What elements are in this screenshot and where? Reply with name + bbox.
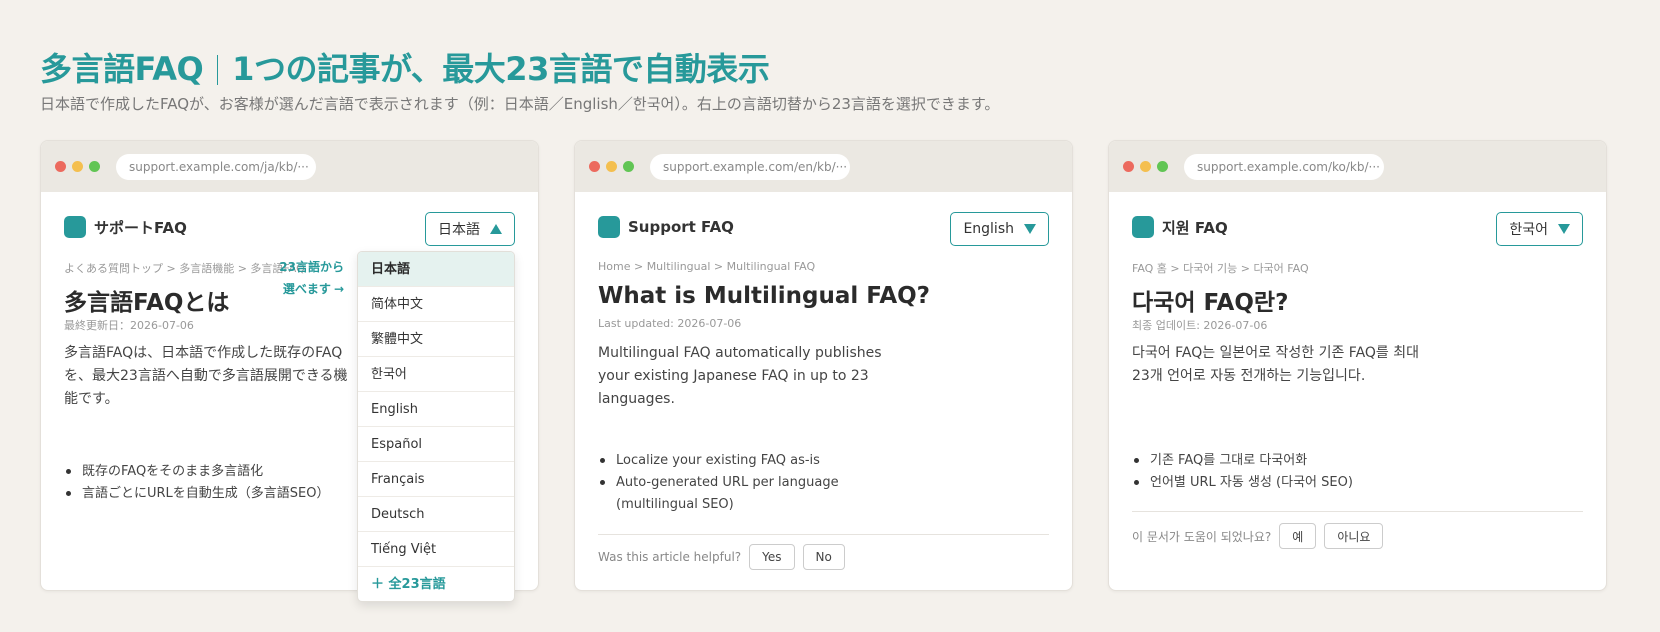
feedback-bar: Was this article helpful? Yes No xyxy=(598,544,845,570)
show-all-languages-link[interactable]: ＋ 全23言語 xyxy=(358,567,514,601)
last-updated: 最終更新日：2026-07-06 xyxy=(64,319,194,332)
language-switcher-label: 한국어 xyxy=(1509,222,1548,238)
address-bar[interactable]: support.example.com/en/kb/··· xyxy=(650,154,850,180)
list-item: 既存のFAQをそのまま多言語化 xyxy=(64,461,330,483)
site-brand[interactable]: Support FAQ xyxy=(598,216,734,238)
article-body: 多言語FAQは、日本語で作成した既存のFAQを、最大23言語へ自動で多言語展開で… xyxy=(64,345,348,407)
minimize-window-dot[interactable] xyxy=(72,161,83,172)
chevron-up-icon xyxy=(490,224,502,234)
close-window-dot[interactable] xyxy=(55,161,66,172)
page-content: Support FAQ English Home > Multilingual … xyxy=(598,192,1049,590)
brand-logo-icon xyxy=(64,216,86,238)
language-switcher[interactable]: 한국어 xyxy=(1496,212,1583,246)
language-option-ko[interactable]: 한국어 xyxy=(358,357,514,392)
language-option-vi[interactable]: Tiếng Việt xyxy=(358,532,514,567)
maximize-window-dot[interactable] xyxy=(623,161,634,172)
brand-name: Support FAQ xyxy=(628,218,734,236)
breadcrumb: FAQ 홈 > 다국어 기능 > 다국어 FAQ xyxy=(1132,262,1309,275)
breadcrumb: よくある質問トップ > 多言語機能 > 多言語FAQ xyxy=(64,262,305,275)
last-updated: 최종 업데이트: 2026-07-06 xyxy=(1132,319,1268,332)
page-title: 多言語FAQ 1つの記事が、最大23言語で自動表示 xyxy=(40,44,770,90)
site-brand[interactable]: 지원 FAQ xyxy=(1132,216,1228,238)
list-item: Auto-generated URL per language (multili… xyxy=(598,472,858,516)
close-window-dot[interactable] xyxy=(1123,161,1134,172)
feature-list: 기존 FAQ를 그대로 다국어화 언어별 URL 자동 생성 (다국어 SEO) xyxy=(1132,450,1353,494)
chevron-down-icon xyxy=(1024,224,1036,234)
chevron-down-icon xyxy=(1558,224,1570,234)
feedback-no-button[interactable]: 아니요 xyxy=(1324,523,1384,549)
feature-list: Localize your existing FAQ as-is Auto-ge… xyxy=(598,450,858,516)
feedback-yes-button[interactable]: 예 xyxy=(1279,523,1317,549)
brand-logo-icon xyxy=(598,216,620,238)
language-option-zh-hant[interactable]: 繁體中文 xyxy=(358,322,514,357)
annotation-line-2: 選べます xyxy=(282,282,331,296)
browser-window-ko: support.example.com/ko/kb/··· 지원 FAQ 한국어… xyxy=(1108,140,1607,591)
article-title: What is Multilingual FAQ? xyxy=(598,283,931,309)
feedback-yes-button[interactable]: Yes xyxy=(749,544,795,570)
brand-name: サポートFAQ xyxy=(94,218,187,237)
language-option-en[interactable]: English xyxy=(358,392,514,427)
language-dropdown: 日本語 简体中文 繁體中文 한국어 English Español França… xyxy=(357,251,515,602)
brand-logo-icon xyxy=(1132,216,1154,238)
article-title: 다국어 FAQ란? xyxy=(1132,290,1289,316)
minimize-window-dot[interactable] xyxy=(1140,161,1151,172)
list-item: 언어별 URL 자동 생성 (다국어 SEO) xyxy=(1132,472,1353,494)
article-title: 多言語FAQとは xyxy=(64,290,230,316)
language-option-fr[interactable]: Français xyxy=(358,462,514,497)
page-title-main: 多言語FAQ xyxy=(40,50,204,88)
divider xyxy=(1132,511,1583,512)
list-item: 言語ごとにURLを自動生成（多言語SEO） xyxy=(64,483,330,505)
last-updated: Last updated: 2026-07-06 xyxy=(598,317,742,330)
feedback-question: 이 문서가 도움이 되었나요? xyxy=(1132,529,1272,544)
list-item: Localize your existing FAQ as-is xyxy=(598,450,858,472)
language-switcher[interactable]: English xyxy=(950,212,1049,246)
annotation-line-1: 23言語から xyxy=(279,260,344,274)
address-bar[interactable]: support.example.com/ko/kb/··· xyxy=(1184,154,1384,180)
language-option-ja[interactable]: 日本語 xyxy=(358,252,514,287)
language-switcher-label: 日本語 xyxy=(438,222,480,238)
arrow-right-icon: → xyxy=(333,282,344,296)
page-content: 지원 FAQ 한국어 FAQ 홈 > 다국어 기능 > 다국어 FAQ 다국어 … xyxy=(1132,192,1583,590)
article-body: Multilingual FAQ automatically publishes… xyxy=(598,345,882,407)
language-option-zh-hans[interactable]: 简体中文 xyxy=(358,287,514,322)
list-item: 기존 FAQ를 그대로 다국어화 xyxy=(1132,450,1353,472)
feedback-no-button[interactable]: No xyxy=(802,544,845,570)
language-switcher-label: English xyxy=(963,221,1014,237)
maximize-window-dot[interactable] xyxy=(1157,161,1168,172)
minimize-window-dot[interactable] xyxy=(606,161,617,172)
feature-list: 既存のFAQをそのまま多言語化 言語ごとにURLを自動生成（多言語SEO） xyxy=(64,461,330,505)
breadcrumb: Home > Multilingual > Multilingual FAQ xyxy=(598,260,816,273)
window-titlebar: support.example.com/ja/kb/··· xyxy=(41,141,538,192)
language-option-es[interactable]: Español xyxy=(358,427,514,462)
site-brand[interactable]: サポートFAQ xyxy=(64,216,187,238)
feedback-question: Was this article helpful? xyxy=(598,550,742,564)
window-titlebar: support.example.com/ko/kb/··· xyxy=(1109,141,1606,192)
address-bar[interactable]: support.example.com/ja/kb/··· xyxy=(116,154,316,180)
page-title-tagline: 1つの記事が、最大23言語で自動表示 xyxy=(232,50,770,88)
page-subtitle: 日本語で作成したFAQが、お客様が選んだ言語で表示されます（例：日本語／Engl… xyxy=(40,95,1000,113)
dropdown-annotation: 23言語から 選べます → xyxy=(272,256,344,300)
browser-window-en: support.example.com/en/kb/··· Support FA… xyxy=(574,140,1073,591)
article-body: 다국어 FAQ는 일본어로 작성한 기존 FAQ를 최대 23개 언어로 자동 … xyxy=(1132,345,1420,384)
divider xyxy=(598,534,1049,535)
brand-name: 지원 FAQ xyxy=(1162,218,1228,237)
language-option-de[interactable]: Deutsch xyxy=(358,497,514,532)
maximize-window-dot[interactable] xyxy=(89,161,100,172)
title-separator xyxy=(217,55,219,85)
feedback-bar: 이 문서가 도움이 되었나요? 예 아니요 xyxy=(1132,523,1384,549)
window-titlebar: support.example.com/en/kb/··· xyxy=(575,141,1072,192)
language-switcher[interactable]: 日本語 xyxy=(425,212,515,246)
close-window-dot[interactable] xyxy=(589,161,600,172)
